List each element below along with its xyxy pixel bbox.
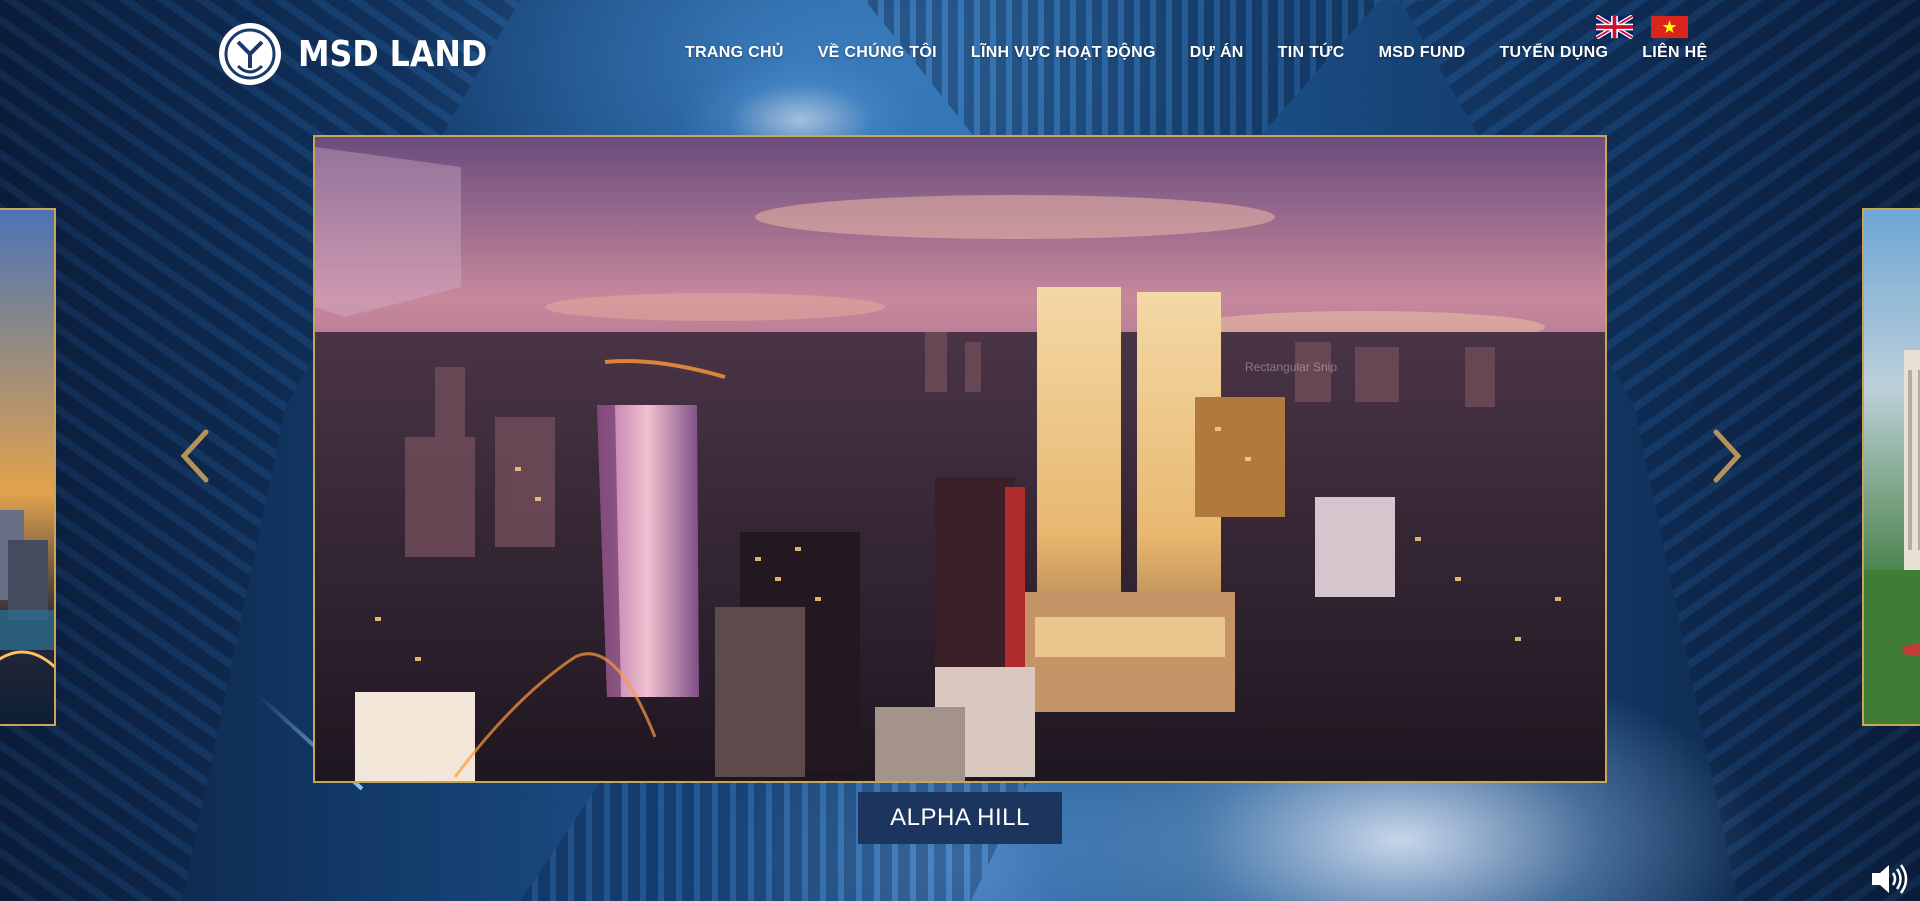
slide-prev-preview[interactable] [0, 208, 56, 726]
brand-logo[interactable]: MSD LAND [218, 22, 513, 86]
language-switcher [1596, 15, 1688, 39]
chevron-right-icon[interactable] [1706, 428, 1746, 484]
vietnam-flag-icon[interactable] [1651, 15, 1688, 39]
slide-caption[interactable]: ALPHA HILL [858, 792, 1062, 844]
slide-next-preview[interactable] [1862, 208, 1920, 726]
villa-image [1864, 350, 1920, 724]
nav-home[interactable]: TRANG CHỦ [668, 44, 801, 62]
snip-overlay-label: Rectangular Snip [1245, 360, 1338, 374]
nav-projects[interactable]: DỰ ÁN [1173, 44, 1261, 62]
nav-msd-fund[interactable]: MSD FUND [1362, 44, 1483, 62]
main-nav: TRANG CHỦ VỀ CHÚNG TÔI LĨNH VỰC HOẠT ĐỘN… [668, 44, 1724, 62]
slide-current[interactable]: Rectangular Snip [313, 135, 1607, 783]
speaker-icon[interactable] [1870, 862, 1908, 896]
nav-about[interactable]: VỀ CHÚNG TÔI [801, 44, 954, 62]
background-building-top [864, 0, 1380, 140]
chevron-left-icon[interactable] [176, 428, 216, 484]
msd-logo-icon [219, 23, 281, 85]
alpha-hill-cityscape-image [315, 137, 1605, 781]
city-river-image [0, 510, 54, 669]
nav-news[interactable]: TIN TỨC [1261, 44, 1362, 62]
nav-careers[interactable]: TUYỂN DỤNG [1482, 44, 1625, 62]
brand-name: MSD LAND [298, 33, 488, 75]
uk-flag-icon[interactable] [1596, 15, 1633, 39]
nav-business-fields[interactable]: LĨNH VỰC HOẠT ĐỘNG [954, 44, 1173, 62]
nav-contact[interactable]: LIÊN HỆ [1625, 44, 1724, 62]
